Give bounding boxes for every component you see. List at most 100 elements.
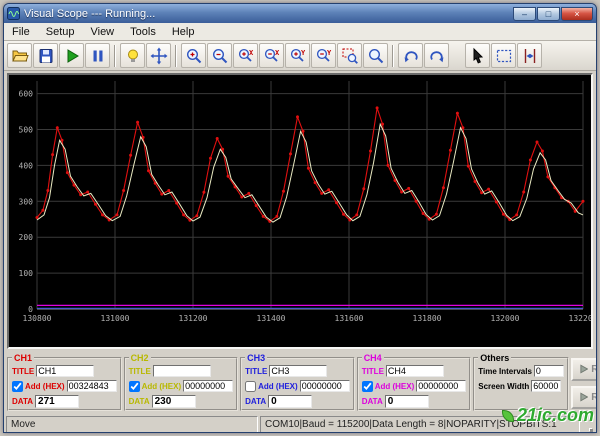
add-hex-label: Add (HEX) — [374, 381, 415, 391]
run-mini-icon — [580, 392, 589, 402]
ch4-add-hex-input[interactable] — [416, 380, 467, 392]
zoom-in-button[interactable] — [181, 43, 206, 68]
zoom-x-out-icon: X — [264, 48, 280, 62]
svg-text:Y: Y — [301, 49, 306, 57]
watermark-text: 21ic.com — [516, 405, 594, 425]
magnifier-icon — [368, 48, 383, 63]
zoom-reset-button[interactable] — [363, 43, 388, 68]
svg-text:600: 600 — [19, 90, 34, 99]
svg-text:300: 300 — [19, 197, 34, 206]
svg-text:X: X — [275, 49, 280, 57]
ch3-add-hex-checkbox[interactable] — [245, 380, 257, 392]
svg-text:132200: 132200 — [569, 314, 591, 323]
svg-text:131400: 131400 — [257, 314, 286, 323]
scope-plot[interactable]: 130800 131000 131200 131400 131600 131800 1320… — [7, 73, 596, 349]
pan-button[interactable] — [146, 43, 171, 68]
window-title: Visual Scope --- Running... — [24, 7, 156, 20]
scope-chart[interactable]: 130800 131000 131200 131400 131600 131800 1320… — [9, 75, 596, 347]
toolbar-separator — [175, 44, 177, 67]
select-region-button[interactable] — [491, 43, 516, 68]
svg-text:Y: Y — [327, 49, 332, 57]
cursor-arrow-icon — [473, 47, 483, 64]
menu-tools[interactable]: Tools — [122, 25, 164, 39]
menu-help[interactable]: Help — [164, 25, 203, 39]
ch2-title-input[interactable] — [152, 365, 211, 377]
zoom-in-icon — [186, 48, 201, 63]
undo-button[interactable] — [398, 43, 423, 68]
zoom-window-button[interactable] — [337, 43, 362, 68]
time-intervals-input[interactable] — [533, 365, 564, 377]
menubar: File Setup View Tools Help — [4, 23, 596, 41]
toolbar-separator — [392, 44, 394, 67]
title-label: TITLE — [361, 366, 384, 376]
menu-setup[interactable]: Setup — [38, 25, 83, 39]
run-column: RUN RUN — [570, 353, 596, 413]
svg-text:100: 100 — [19, 269, 34, 278]
ch1-title-input[interactable] — [36, 365, 95, 377]
zoom-x-in-icon: X — [238, 48, 254, 62]
watermark-leaf-icon — [501, 409, 514, 422]
ch4-add-hex-checkbox[interactable] — [361, 380, 373, 392]
ch3-add-hex-input[interactable] — [299, 380, 350, 392]
menu-file[interactable]: File — [4, 25, 38, 39]
titlebar[interactable]: Visual Scope --- Running... – □ × — [4, 4, 596, 23]
minimize-button[interactable]: – — [513, 6, 536, 21]
ch2-add-hex-input[interactable] — [183, 380, 234, 392]
dashed-selection-icon — [496, 49, 511, 62]
zoom-x-out-button[interactable]: X — [259, 43, 284, 68]
open-button[interactable] — [7, 43, 32, 68]
ch4-title-input[interactable] — [385, 365, 444, 377]
redo-button[interactable] — [424, 43, 449, 68]
cursors-button[interactable] — [517, 43, 542, 68]
channel-box-ch2: CH2 TITLE Add (HEX) DATA230 — [123, 353, 239, 411]
others-caption: Others — [480, 353, 510, 363]
svg-text:400: 400 — [19, 161, 34, 170]
zoom-region-icon — [342, 48, 358, 64]
pointer-button[interactable] — [465, 43, 490, 68]
channel-box-ch1: CH1 TITLE Add (HEX) DATA271 — [7, 353, 122, 411]
zoom-y-in-button[interactable]: Y — [285, 43, 310, 68]
title-label: TITLE — [12, 366, 35, 376]
screen-width-input[interactable] — [531, 380, 562, 392]
ch1-add-hex-checkbox[interactable] — [12, 380, 23, 392]
close-button[interactable]: × — [561, 6, 593, 21]
run-mini-icon — [580, 364, 589, 374]
svg-text:0: 0 — [28, 305, 33, 314]
channel-box-ch4: CH4 TITLE Add (HEX) DATA0 — [356, 353, 472, 411]
save-icon — [39, 48, 52, 63]
toolbar: X X Y Y — [4, 41, 596, 71]
screen-width-label: Screen Width — [478, 381, 530, 391]
run-button-label: RUN — [591, 392, 596, 403]
svg-text:132000: 132000 — [491, 314, 520, 323]
ch1-add-hex-input[interactable] — [66, 380, 117, 392]
svg-text:131200: 131200 — [179, 314, 208, 323]
light-button[interactable] — [120, 43, 145, 68]
zoom-out-button[interactable] — [207, 43, 232, 68]
open-folder-icon — [11, 50, 29, 61]
ch2-data-value: 230 — [151, 394, 196, 408]
ch3-title-input[interactable] — [269, 365, 328, 377]
channel-caption: CH4 — [363, 353, 382, 363]
pause-icon — [93, 50, 102, 61]
undo-arrow-icon — [404, 50, 418, 62]
run-button[interactable] — [59, 43, 84, 68]
data-label: DATA — [128, 396, 150, 406]
svg-text:X: X — [249, 49, 254, 57]
redo-arrow-icon — [429, 50, 443, 62]
pause-button[interactable] — [85, 43, 110, 68]
run-button-1[interactable]: RUN — [570, 357, 596, 381]
save-button[interactable] — [33, 43, 58, 68]
maximize-button[interactable]: □ — [537, 6, 560, 21]
app-icon — [7, 7, 20, 20]
channel-caption: CH3 — [247, 353, 266, 363]
add-hex-label: Add (HEX) — [258, 381, 298, 391]
svg-text:131600: 131600 — [335, 314, 364, 323]
zoom-y-out-button[interactable]: Y — [311, 43, 336, 68]
zoom-out-icon — [212, 48, 227, 63]
svg-text:500: 500 — [19, 125, 34, 134]
ch2-add-hex-checkbox[interactable] — [128, 380, 140, 392]
zoom-y-in-icon: Y — [290, 48, 306, 62]
zoom-y-out-icon: Y — [316, 48, 332, 62]
zoom-x-in-button[interactable]: X — [233, 43, 258, 68]
menu-view[interactable]: View — [82, 25, 122, 39]
